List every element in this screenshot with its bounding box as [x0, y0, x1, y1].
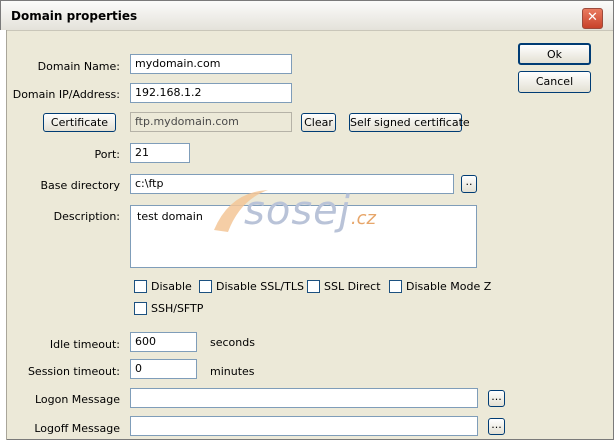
title-bar: Domain properties ✕ — [1, 1, 613, 31]
port-label: Port: — [94, 148, 120, 161]
checkbox-disable-mode-z[interactable]: Disable Mode Z — [389, 280, 491, 293]
base-directory-input[interactable]: c:\ftp — [130, 174, 454, 194]
checkbox-label: Disable SSL/TLS — [216, 280, 304, 293]
checkbox-disable-ssl-tls[interactable]: Disable SSL/TLS — [199, 280, 304, 293]
close-icon[interactable]: ✕ — [582, 8, 603, 29]
cancel-button[interactable]: Cancel — [518, 71, 591, 93]
domain-name-input[interactable]: mydomain.com — [130, 54, 292, 74]
clear-button[interactable]: Clear — [301, 113, 336, 132]
description-label: Description: — [53, 210, 120, 223]
checkbox-box[interactable] — [199, 280, 212, 293]
domain-ip-label: Domain IP/Address: — [12, 88, 120, 101]
checkbox-box[interactable] — [134, 302, 147, 315]
idle-timeout-label: Idle timeout: — [49, 338, 120, 351]
session-timeout-input[interactable]: 0 — [130, 359, 197, 379]
checkbox-box[interactable] — [389, 280, 402, 293]
checkbox-box[interactable] — [134, 280, 147, 293]
logoff-message-input[interactable] — [130, 416, 478, 436]
checkbox-label: Disable — [151, 280, 192, 293]
port-input[interactable]: 21 — [130, 143, 190, 163]
description-textarea[interactable]: test domain — [130, 205, 477, 268]
logon-message-browse-button[interactable]: ... — [488, 390, 505, 407]
logon-message-input[interactable] — [130, 388, 478, 408]
domain-ip-input[interactable]: 192.168.1.2 — [130, 83, 292, 103]
browse-directory-button[interactable]: .. — [461, 175, 477, 193]
checkbox-box[interactable] — [307, 280, 320, 293]
checkbox-disable[interactable]: Disable — [134, 280, 192, 293]
domain-name-label: Domain Name: — [37, 60, 120, 73]
self-signed-certificate-button[interactable]: Self signed certificate — [349, 113, 470, 132]
logoff-message-browse-button[interactable]: ... — [488, 418, 505, 435]
window-title: Domain properties — [11, 9, 138, 23]
idle-timeout-input[interactable]: 600 — [130, 332, 197, 352]
checkbox-label: SSL Direct — [324, 280, 381, 293]
idle-timeout-unit: seconds — [210, 336, 255, 349]
logoff-message-label: Logoff Message — [34, 422, 120, 435]
session-timeout-label: Session timeout: — [27, 365, 120, 378]
certificate-field: ftp.mydomain.com — [130, 112, 292, 132]
checkbox-label: SSH/SFTP — [151, 302, 204, 315]
domain-properties-dialog: Domain properties ✕ Domain Name: mydomai… — [0, 0, 614, 440]
session-timeout-unit: minutes — [210, 365, 255, 378]
checkbox-label: Disable Mode Z — [406, 280, 492, 293]
checkbox-ssh-sftp[interactable]: SSH/SFTP — [134, 302, 203, 315]
ok-button[interactable]: Ok — [518, 43, 591, 65]
checkbox-ssl-direct[interactable]: SSL Direct — [307, 280, 381, 293]
logon-message-label: Logon Message — [34, 393, 120, 406]
left-edge — [0, 30, 7, 440]
base-directory-label: Base directory — [40, 179, 121, 192]
certificate-button[interactable]: Certificate — [43, 113, 116, 132]
